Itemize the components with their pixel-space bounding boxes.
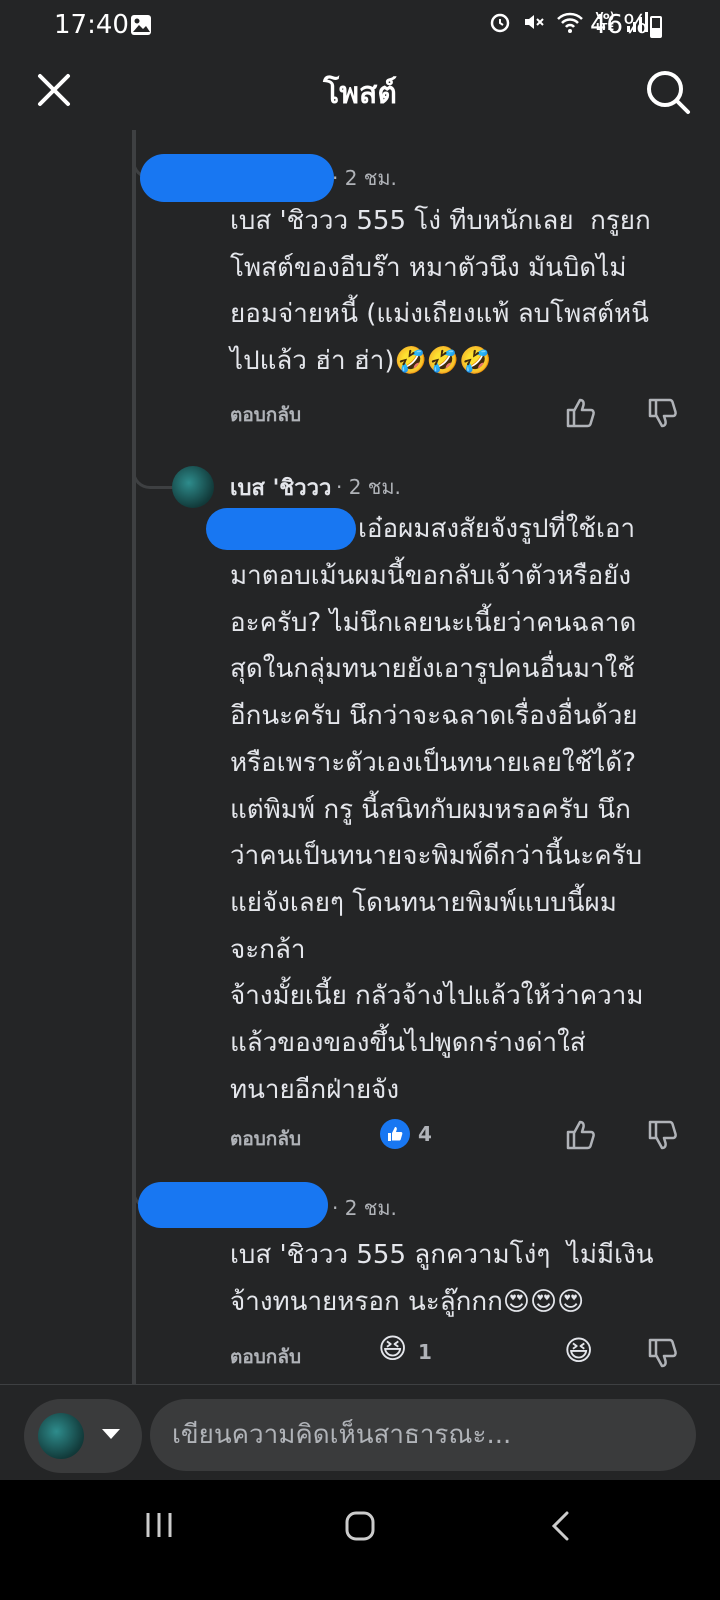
status-time: 17:40: [54, 10, 129, 40]
alarm-icon: [490, 13, 510, 33]
profile-switcher[interactable]: [24, 1399, 142, 1473]
search-icon[interactable]: [644, 68, 692, 116]
status-bar: 17:40 Vo) LTE 46%: [0, 0, 720, 52]
like-reaction-badge[interactable]: [380, 1119, 410, 1149]
reply-button[interactable]: ตอบกลับ: [230, 400, 301, 430]
comment-input[interactable]: [150, 1399, 696, 1471]
page-title: โพสต์: [323, 76, 397, 111]
like-count: 4: [418, 1122, 432, 1146]
redacted-name: [138, 1182, 328, 1228]
comment-emojis: 😍😍😍: [502, 1286, 585, 1317]
comment-emojis: 🤣🤣🤣: [394, 346, 492, 377]
comment-composer: [0, 1384, 720, 1481]
comment-time: · 2 ชม.: [336, 475, 401, 499]
redacted-name: [140, 154, 334, 202]
like-icon[interactable]: [564, 396, 598, 430]
comment-text: เบส 'ชิววว 555 ลูกความโง่ๆ ไม่มีเงิน จ้า…: [230, 1232, 680, 1325]
comment-text-first-line: เอ๋อผมสงสัยจังรูปที่ใช้เอา: [358, 514, 636, 544]
dislike-icon[interactable]: [646, 396, 680, 430]
comment-author[interactable]: เบส 'ชิววว: [230, 470, 331, 505]
top-bar: โพสต์: [0, 52, 720, 132]
battery-icon: [650, 16, 662, 38]
gallery-icon: [131, 15, 151, 35]
back-icon[interactable]: [550, 1510, 570, 1542]
mute-icon: [525, 15, 544, 29]
battery-level: [652, 27, 660, 36]
comment-text: มาตอบเม้นผมนี้ขอกลับเจ้าตัวหรือยัง อะครั…: [230, 561, 644, 1105]
dislike-icon[interactable]: [646, 1336, 680, 1370]
dislike-icon[interactable]: [646, 1118, 680, 1152]
reply-button[interactable]: ตอบกลับ: [230, 1124, 301, 1154]
thread-branch: [132, 450, 175, 489]
wifi-icon: [557, 12, 583, 33]
caret-down-icon: [102, 1429, 120, 1439]
recents-icon[interactable]: [144, 1510, 174, 1540]
haha-react-button[interactable]: 😆: [564, 1334, 593, 1367]
haha-reaction-badge[interactable]: 😆: [378, 1332, 407, 1365]
avatar: [38, 1413, 84, 1459]
home-icon[interactable]: [344, 1510, 376, 1542]
system-nav-bar: [0, 1480, 720, 1600]
thumbs-up-icon: [388, 1127, 403, 1141]
comment-body: เบส 'ชิววว 555 ลูกความโง่ๆ ไม่มีเงิน จ้า…: [230, 1240, 654, 1317]
comment-time: · 2 ชม.: [332, 166, 397, 190]
comment-text: เบส 'ชิววว 555 โง่ ทีบหนักเลย กรูยก โพสต…: [230, 198, 680, 385]
comment-time: · 2 ชม.: [332, 1196, 397, 1220]
battery-percent: 46%: [590, 10, 648, 40]
reply-button[interactable]: ตอบกลับ: [230, 1342, 301, 1372]
reaction-count: 1: [418, 1340, 432, 1364]
redacted-mention: [206, 508, 356, 550]
like-icon[interactable]: [564, 1118, 598, 1152]
avatar[interactable]: [172, 466, 214, 508]
